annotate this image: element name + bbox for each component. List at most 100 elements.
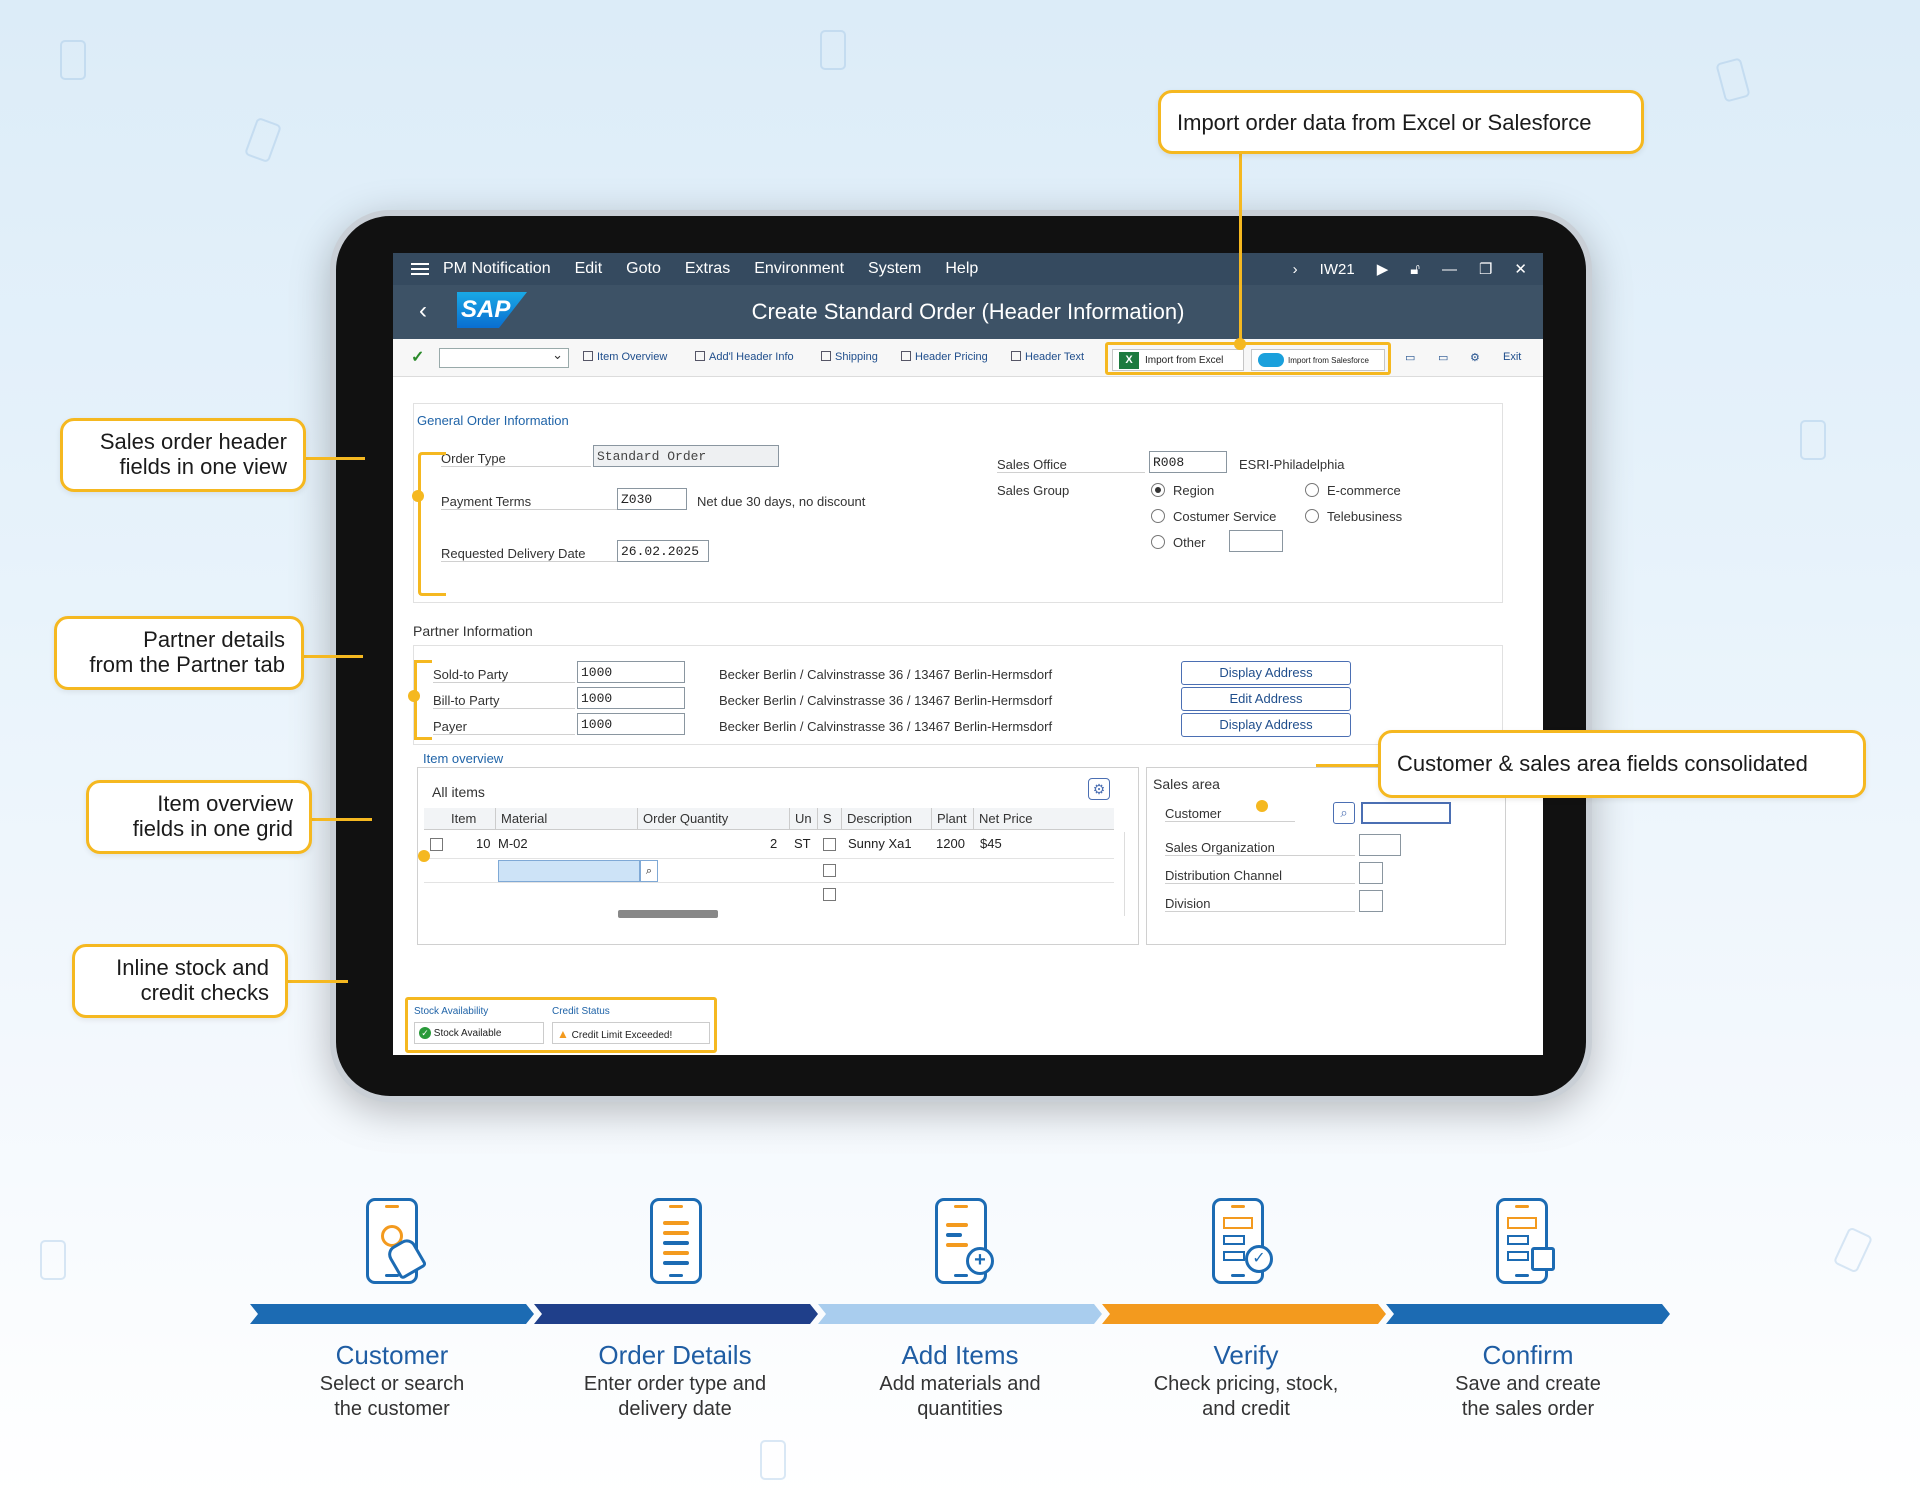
chevron-right-icon[interactable]: › [1293,261,1298,278]
col-order-quantity[interactable]: Order Quantity [638,808,790,830]
close-icon[interactable]: ✕ [1514,260,1527,278]
content-area: General Order Information Order Type Sta… [393,377,1543,1055]
cell-un: ST [794,836,811,851]
callout-stock-line2: credit checks [140,980,269,1005]
window2-icon[interactable]: ▭ [1438,351,1448,364]
bill-to-address: Becker Berlin / Calvinstrasse 36 / 13467… [719,693,1053,708]
step-desc-line: Save and create [1455,1373,1601,1395]
step-title-add-items: Add Items [901,1340,1019,1370]
order-type-label: Order Type [441,451,591,467]
check-phone-icon: ✓ [1212,1198,1273,1284]
step-title-confirm: Confirm [1482,1340,1574,1370]
add-phone-icon: + [935,1198,994,1284]
payment-terms-field[interactable]: Z030 [617,488,687,510]
callout-header: Sales order header fields in one view [60,418,306,492]
display-address-button-2[interactable]: Display Address [1181,713,1351,737]
import-salesforce-button[interactable]: Import from Salesforce [1251,349,1385,371]
callout-stock: Inline stock and credit checks [72,944,288,1018]
customer-field[interactable] [1361,802,1451,824]
credit-label: Credit Status [552,1006,610,1017]
sold-to-label: Sold-to Party [433,667,575,683]
step-desc-line: Check pricing, stock, [1153,1373,1339,1395]
customer-search-icon[interactable]: ⌕ [1333,802,1355,824]
shipping-label: Shipping [835,351,878,363]
radio-customer-service[interactable] [1151,509,1165,523]
step-desc-verify: Check pricing, stock, and credit [1106,1372,1386,1422]
bill-to-label: Bill-to Party [433,693,575,709]
import-excel-button[interactable]: X Import from Excel [1112,349,1244,371]
grid-settings-icon[interactable]: ⚙ [1088,778,1110,800]
col-description[interactable]: Description [842,808,932,830]
hamburger-icon[interactable] [411,263,429,275]
radio-other[interactable] [1151,535,1165,549]
minimize-icon[interactable]: — [1442,261,1457,278]
addl-header-button[interactable]: Add'l Header Info [695,351,794,363]
unlock-icon[interactable]: 🔓︎ [1410,261,1420,278]
sold-to-field[interactable]: 1000 [577,661,685,683]
cell-material[interactable]: M-02 [498,836,528,851]
exit-button[interactable]: Exit [1503,351,1521,363]
cell-s-checkbox-3[interactable] [823,888,836,901]
col-item[interactable]: Item [446,808,496,830]
search-icon[interactable]: ⌕ [640,860,658,882]
col-material[interactable]: Material [496,808,638,830]
cell-qty[interactable]: 2 [770,836,777,851]
delivery-date-label: Requested Delivery Date [441,546,617,562]
item-overview-button[interactable]: Item Overview [583,351,667,363]
distribution-channel-field[interactable] [1359,862,1383,884]
step-desc-add-items: Add materials and quantities [820,1372,1100,1422]
horizontal-scrollbar[interactable] [618,910,718,918]
col-s[interactable]: S [818,808,842,830]
check-icon[interactable]: ✓ [411,347,424,367]
menu-pm-notification[interactable]: PM Notification [443,260,551,278]
settings-icon[interactable]: ⚙ [1470,351,1480,364]
maximize-icon[interactable]: ❐ [1479,260,1492,278]
all-items-title: All items [432,784,485,800]
row-select-checkbox[interactable] [430,838,443,851]
menu-extras[interactable]: Extras [685,260,730,278]
radio-telebusiness[interactable] [1305,509,1319,523]
partner-dot [408,690,420,702]
display-address-button[interactable]: Display Address [1181,661,1351,685]
col-plant[interactable]: Plant [932,808,974,830]
division-field[interactable] [1359,890,1383,912]
delivery-date-field[interactable]: 26.02.2025 [617,540,709,562]
header-text-button[interactable]: Header Text [1011,351,1084,363]
col-net-price[interactable]: Net Price [974,808,1074,830]
cell-s-checkbox-2[interactable] [823,864,836,877]
menu-edit[interactable]: Edit [575,260,603,278]
command-dropdown[interactable] [439,347,569,368]
radio-ecommerce[interactable] [1305,483,1319,497]
other-field[interactable] [1229,530,1283,552]
shipping-button[interactable]: Shipping [821,351,878,363]
play-icon[interactable]: ▶ [1377,260,1389,278]
menu-bar: PM Notification Edit Goto Extras Environ… [393,253,1543,285]
col-un[interactable]: Un [790,808,818,830]
cell-s-checkbox[interactable] [823,838,836,851]
menu-environment[interactable]: Environment [754,260,844,278]
header-pricing-button[interactable]: Header Pricing [901,351,988,363]
page-title: Create Standard Order (Header Informatio… [751,299,1185,324]
menu-system[interactable]: System [868,260,921,278]
sales-office-field[interactable]: R008 [1149,451,1227,473]
import-excel-label: Import from Excel [1145,354,1224,366]
sales-org-field[interactable] [1359,834,1401,856]
bill-to-field[interactable]: 1000 [577,687,685,709]
payer-field[interactable]: 1000 [577,713,685,735]
window-icon[interactable]: ▭ [1405,351,1415,364]
vertical-scrollbar[interactable] [1124,832,1134,916]
menu-goto[interactable]: Goto [626,260,661,278]
step-desc-line: Enter order type and [583,1373,767,1395]
bg-device-icon [820,30,846,70]
material-input-active[interactable] [498,860,640,882]
bg-device-icon [1800,420,1826,460]
cell-item: 10 [476,836,491,851]
item-overview-label: Item Overview [597,351,668,363]
menu-help[interactable]: Help [945,260,978,278]
sold-to-address: Becker Berlin / Calvinstrasse 36 / 13467… [719,667,1053,682]
step-band-customer [250,1304,534,1324]
tcode-label: IW21 [1319,260,1355,278]
edit-address-button[interactable]: Edit Address [1181,687,1351,711]
radio-region[interactable] [1151,483,1165,497]
order-type-field[interactable]: Standard Order [593,445,779,467]
